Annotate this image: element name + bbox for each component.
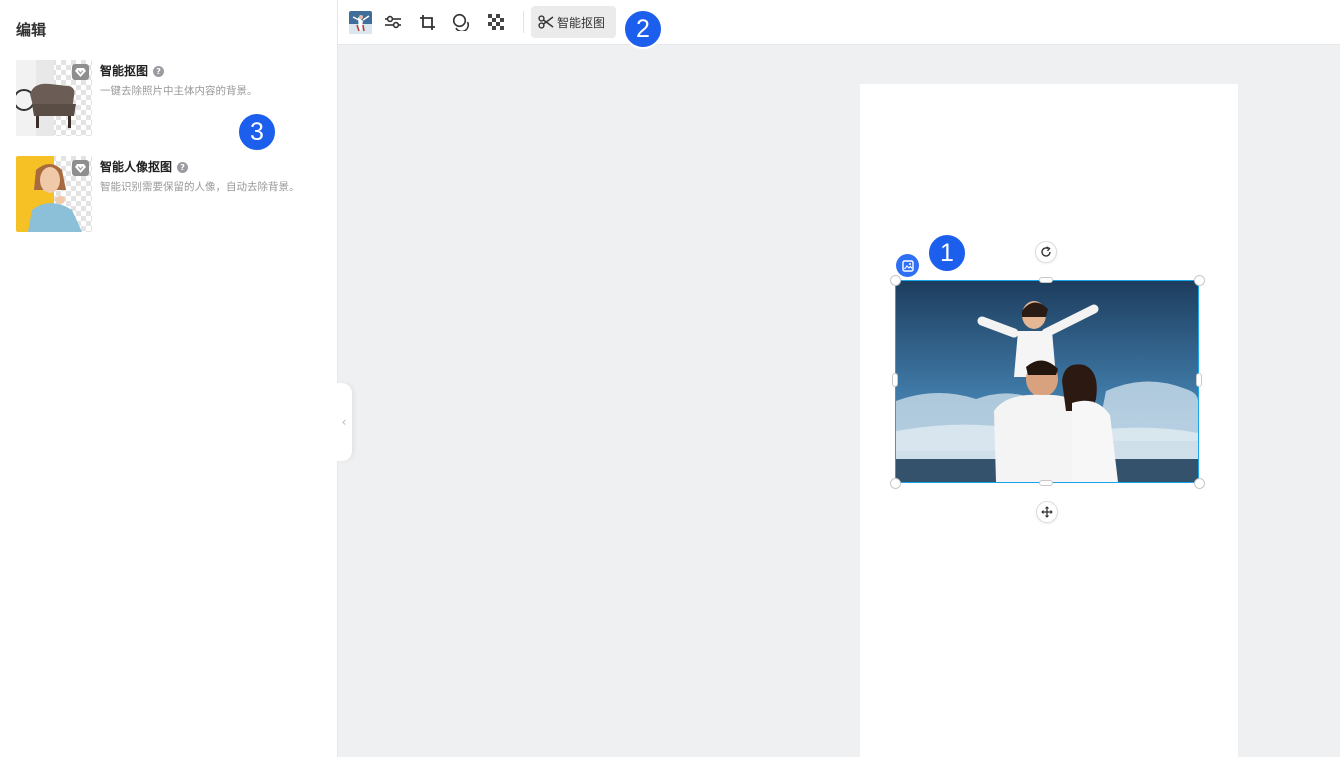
chevron-left-icon: ‹ <box>341 415 347 429</box>
sliders-icon <box>385 15 401 29</box>
edit-sidebar: 编辑 智能抠图? 一键去除照片中主体内容的背景。 智能人像抠图 ? 智能识别需要… <box>0 0 338 757</box>
resize-handle-right[interactable] <box>1196 373 1202 387</box>
portrait-cutout-thumbnail <box>16 156 92 232</box>
tool-smart-portrait-cutout[interactable]: 智能人像抠图? 智能识别需要保留的人像，自动去除背景。 <box>16 156 316 234</box>
image-layer-badge[interactable] <box>896 254 919 277</box>
resize-handle-bottom-right[interactable] <box>1194 478 1205 489</box>
question-circle-icon[interactable]: ? <box>177 162 189 173</box>
checkerboard-icon <box>488 14 504 30</box>
collapse-sidebar-button[interactable]: ‹ <box>336 383 352 461</box>
smart-cutout-button[interactable]: 智能抠图 <box>531 6 616 38</box>
resize-handle-top-left[interactable] <box>890 275 901 286</box>
move-arrows-icon <box>1041 506 1053 518</box>
selected-photo[interactable] <box>895 280 1199 483</box>
image-toolbar: 智能抠图 <box>338 0 1340 45</box>
step-marker-1: 1 <box>927 233 967 273</box>
resize-handle-top-right[interactable] <box>1194 275 1205 286</box>
resize-handle-bottom[interactable] <box>1039 480 1053 486</box>
vip-diamond-icon <box>72 160 89 176</box>
crop-button[interactable] <box>415 10 439 34</box>
smart-cutout-thumbnail <box>16 60 92 136</box>
vip-diamond-icon <box>72 64 89 80</box>
tool-name: 智能抠图? <box>100 62 165 79</box>
question-circle-icon[interactable]: ? <box>153 66 165 77</box>
crop-icon <box>419 14 435 30</box>
step-marker-2: 2 <box>623 9 663 49</box>
image-layer-icon <box>901 259 914 272</box>
tool-description: 智能识别需要保留的人像，自动去除背景。 <box>100 181 300 193</box>
smart-cutout-label: 智能抠图 <box>557 15 606 30</box>
image-thumbnail-icon <box>348 10 372 34</box>
family-photo <box>896 281 1198 482</box>
resize-handle-top[interactable] <box>1039 277 1053 283</box>
adjust-button[interactable] <box>381 10 405 34</box>
replace-image-button[interactable] <box>348 10 372 34</box>
sidebar-title: 编辑 <box>16 21 47 39</box>
resize-handle-bottom-left[interactable] <box>890 478 901 489</box>
mask-shape-button[interactable] <box>449 10 473 34</box>
rotate-icon <box>1041 246 1051 257</box>
move-button[interactable] <box>1036 501 1058 523</box>
tool-name: 智能人像抠图? <box>100 158 189 175</box>
resize-handle-left[interactable] <box>892 373 898 387</box>
tool-description: 一键去除照片中主体内容的背景。 <box>100 85 258 97</box>
overlap-circles-icon <box>452 13 469 31</box>
scissors-icon <box>538 15 554 29</box>
rotate-button[interactable] <box>1035 241 1057 263</box>
transparency-button[interactable] <box>484 10 508 34</box>
toolbar-divider <box>523 11 524 33</box>
step-marker-3: 3 <box>237 112 277 152</box>
